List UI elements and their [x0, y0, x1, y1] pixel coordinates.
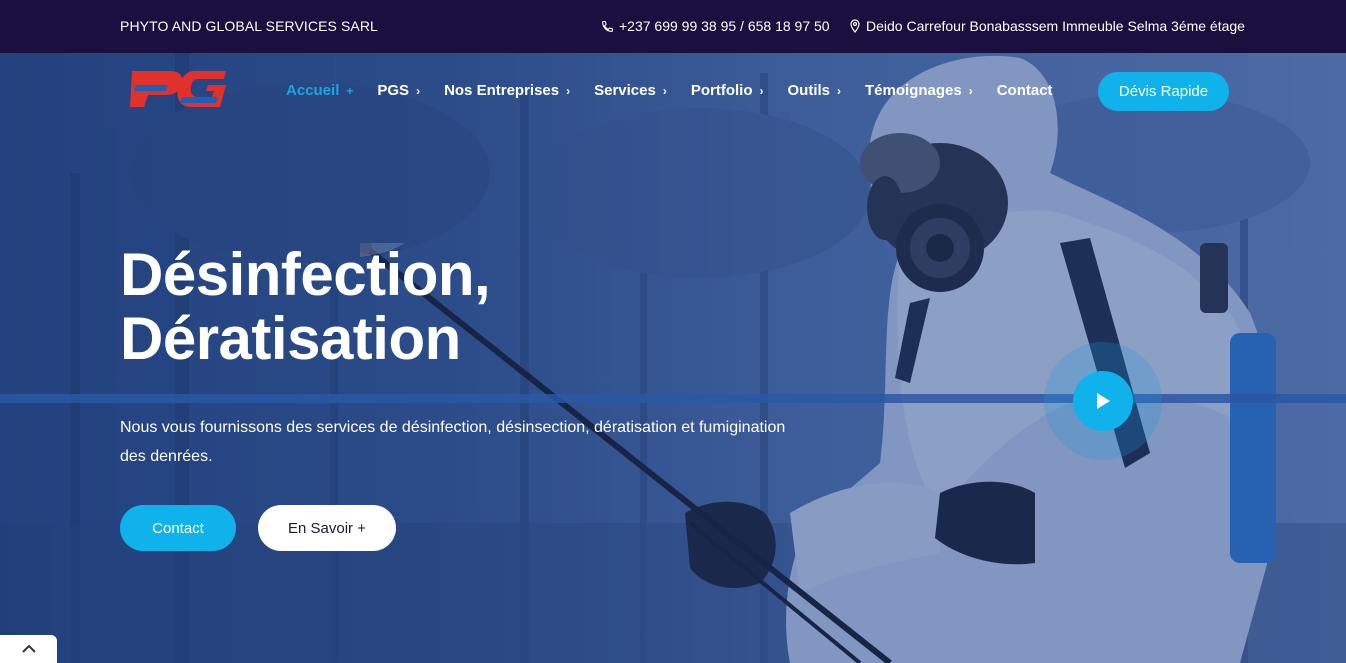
pg-logo-icon [130, 71, 226, 107]
contact-button[interactable]: Contact [120, 505, 236, 551]
plus-icon: + [346, 83, 354, 98]
nav-item-pgs[interactable]: PGS › [377, 82, 420, 99]
chevron-right-icon: › [662, 83, 667, 98]
nav-item-temoignages[interactable]: Témoignages › [865, 82, 973, 99]
nav-item-label: Portfolio [690, 82, 753, 99]
devis-rapide-button[interactable]: Dévis Rapide [1098, 72, 1229, 111]
main-navigation: Accueil + PGS › Nos Entreprises › Servic… [286, 82, 1053, 99]
nav-item-label: Contact [996, 82, 1053, 99]
hero-title-line-2: Dératisation [120, 305, 461, 372]
chevron-up-icon [21, 644, 36, 653]
chevron-right-icon: › [968, 83, 973, 98]
play-icon [1097, 393, 1110, 409]
nav-item-label: Services [594, 82, 656, 99]
company-name: PHYTO AND GLOBAL SERVICES SARL [120, 18, 378, 34]
chevron-right-icon: › [837, 83, 842, 98]
phone-text: +237 699 99 38 95 / 658 18 97 50 [619, 18, 830, 34]
chevron-right-icon: › [416, 83, 421, 98]
address-contact: Deido Carrefour Bonabasssem Immeuble Sel… [849, 18, 1245, 34]
chevron-right-icon: › [566, 83, 571, 98]
phone-contact[interactable]: +237 699 99 38 95 / 658 18 97 50 [601, 18, 830, 34]
play-video-button[interactable] [1073, 371, 1133, 431]
chevron-right-icon: › [759, 83, 764, 98]
nav-item-nos-entreprises[interactable]: Nos Entreprises › [444, 82, 570, 99]
hero-title-line-1: Désinfection, [120, 241, 491, 308]
address-text: Deido Carrefour Bonabasssem Immeuble Sel… [866, 18, 1245, 34]
back-to-top-button[interactable] [0, 635, 57, 663]
hero-description: Nous vous fournissons des services de dé… [120, 419, 786, 465]
location-pin-icon [849, 19, 861, 33]
top-bar: PHYTO AND GLOBAL SERVICES SARL +237 699 … [0, 0, 1346, 53]
nav-item-accueil[interactable]: Accueil + [286, 82, 353, 99]
hero-section: Accueil + PGS › Nos Entreprises › Servic… [0, 53, 1346, 663]
nav-item-portfolio[interactable]: Portfolio › [691, 82, 764, 99]
nav-item-label: PGS [377, 82, 410, 99]
en-savoir-plus-button[interactable]: En Savoir + [258, 505, 396, 551]
nav-item-label: Nos Entreprises [444, 82, 560, 99]
nav-item-outils[interactable]: Outils › [788, 82, 842, 99]
site-logo[interactable] [128, 67, 228, 116]
phone-icon [601, 20, 614, 33]
nav-item-contact[interactable]: Contact [997, 82, 1053, 99]
nav-item-label: Outils [787, 82, 831, 99]
nav-item-label: Accueil [286, 82, 340, 99]
hero-title: Désinfection, Dératisation [120, 241, 491, 372]
nav-item-label: Témoignages [865, 82, 962, 99]
nav-item-services[interactable]: Services › [594, 82, 667, 99]
